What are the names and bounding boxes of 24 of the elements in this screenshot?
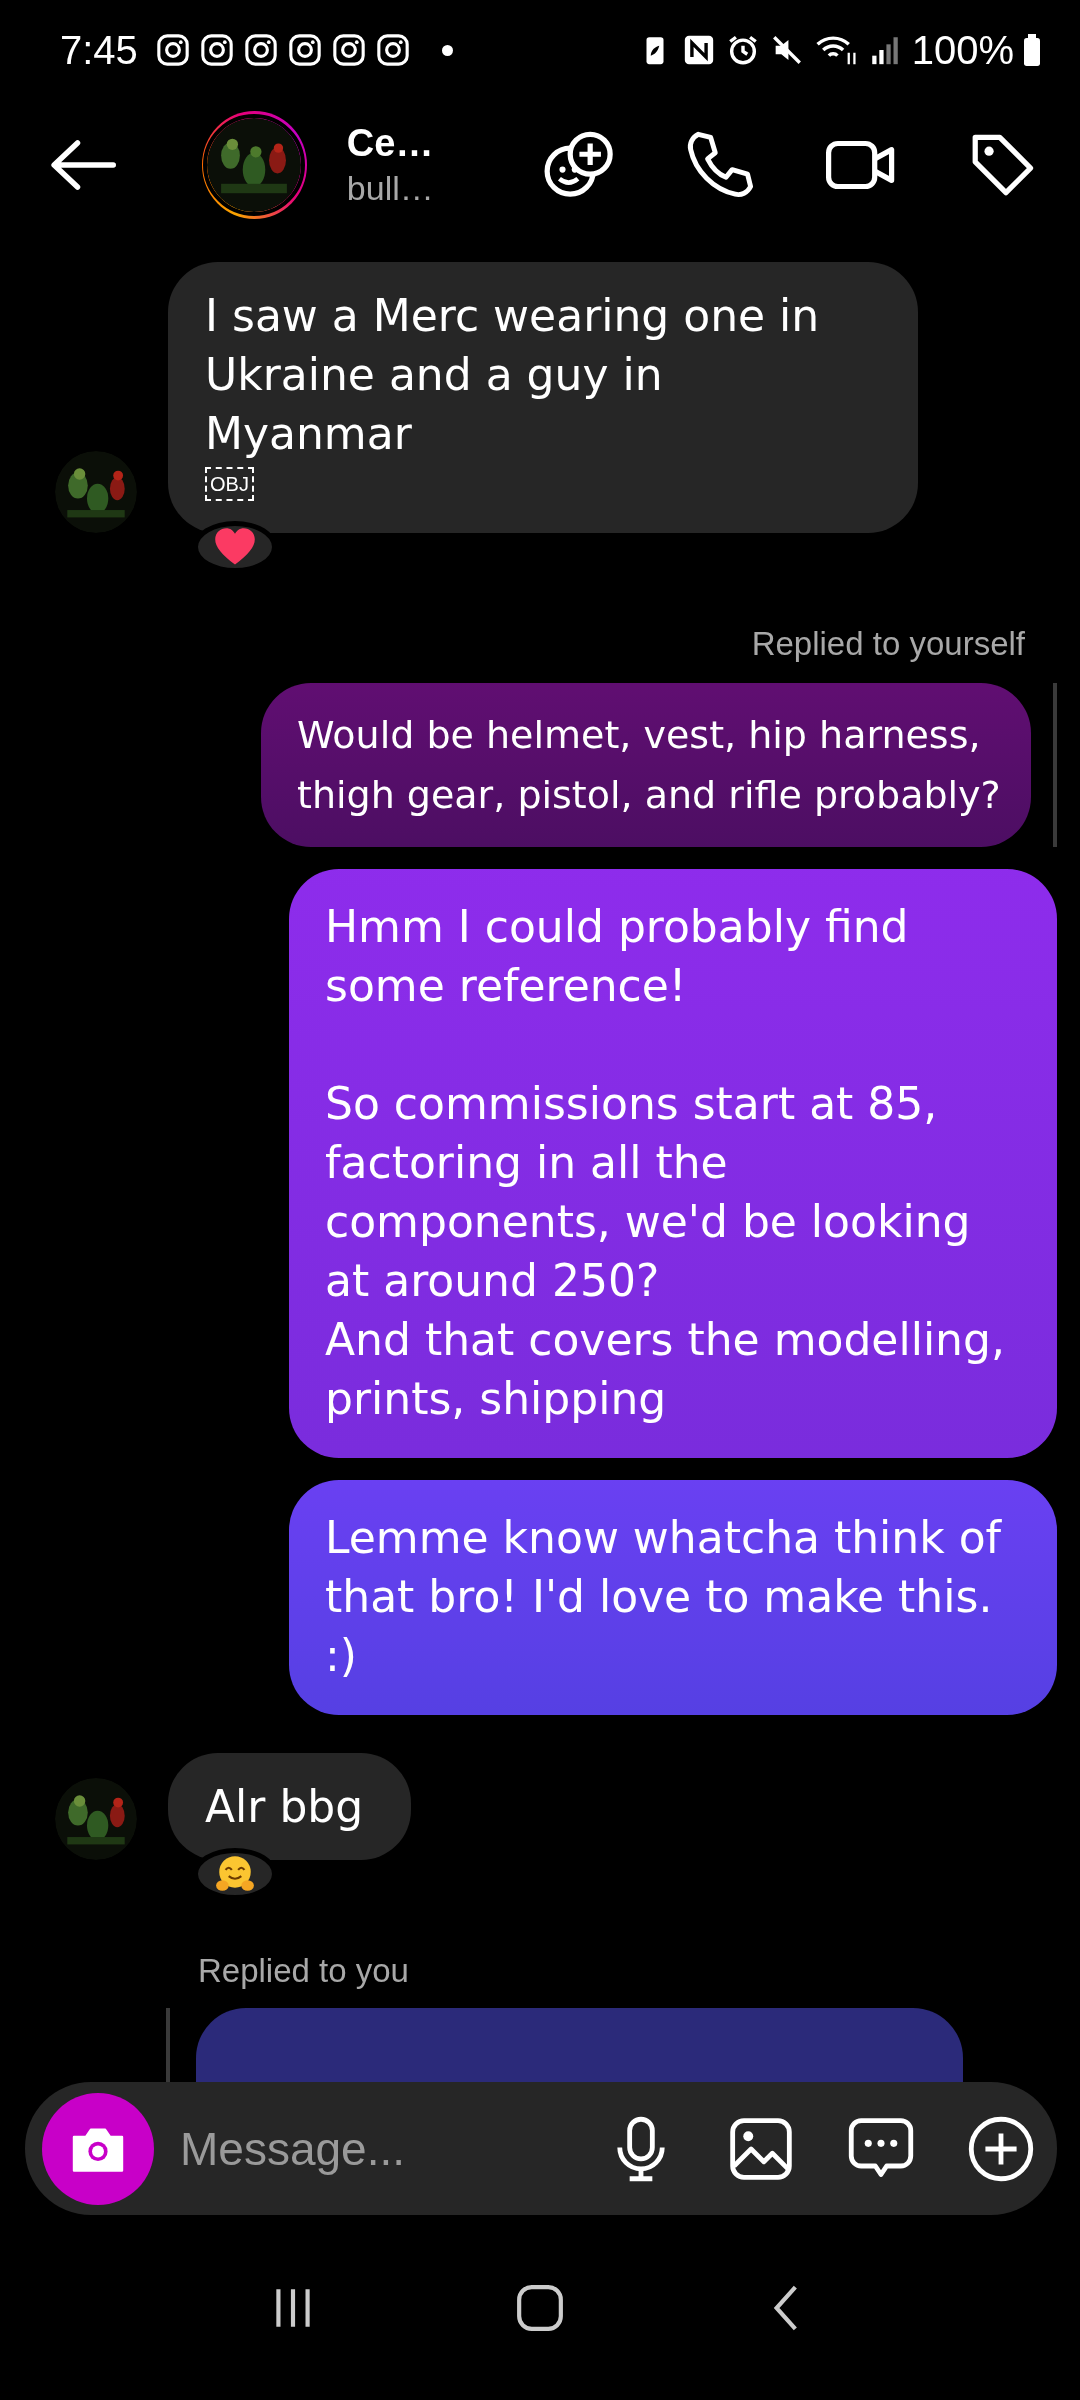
message-bubble[interactable]: I saw a Merc wearing one in Ukraine and a guy in Myanmar OBJ: [168, 262, 918, 533]
contact-name: Ce…: [346, 122, 435, 165]
reply-label: Replied to you: [198, 1952, 410, 1990]
message-input[interactable]: Message...: [180, 2121, 607, 2176]
battery-icon: [1024, 33, 1040, 67]
camera-icon: [331, 33, 366, 67]
message-bubble[interactable]: Hmm I could probably find some reference! So commissions start at 85, factoring in all the components, we'd be looking at around 250? And that covers the modelling, prints, shipping: [289, 869, 1057, 1458]
camera-icon: [243, 33, 278, 67]
back-arrow-icon[interactable]: [50, 139, 116, 191]
camera-icon: [287, 33, 322, 67]
notification-dot-icon: [441, 44, 453, 56]
home-icon[interactable]: [515, 2282, 565, 2333]
camera-icon: [199, 33, 234, 67]
message-bubble[interactable]: Would be helmet, vest, hip harness, thigh gear, pistol, and rifle probably?: [261, 683, 1031, 847]
plus-icon[interactable]: [967, 2114, 1035, 2183]
message-bubble[interactable]: Lemme know whatcha think of that bro! I'd love to make this. :): [289, 1480, 1057, 1715]
reply-label: Replied to yourself: [751, 625, 1025, 663]
object-placeholder: OBJ: [205, 467, 254, 501]
message-bubble[interactable]: Alr bbg: [168, 1753, 412, 1860]
contact-username: bull…: [346, 169, 435, 208]
status-time: 7:45: [60, 27, 138, 73]
battery-level: 100%: [911, 27, 1014, 73]
camera-icon: [375, 33, 410, 67]
camera-icon: [155, 33, 190, 67]
